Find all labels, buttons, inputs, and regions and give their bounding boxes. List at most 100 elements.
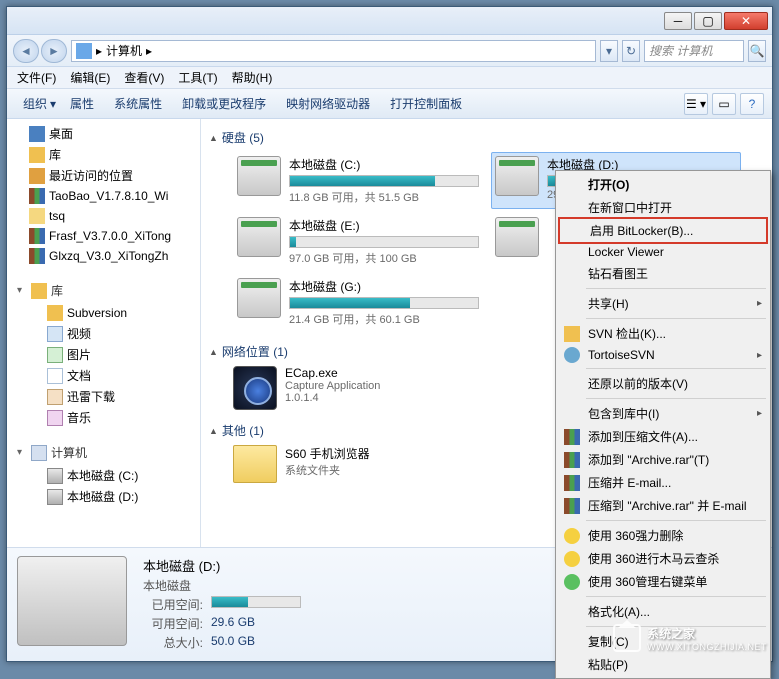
ctx-tortoise[interactable]: TortoiseSVN xyxy=(558,345,768,365)
maximize-button[interactable]: ▢ xyxy=(694,12,722,30)
menu-edit[interactable]: 编辑(E) xyxy=(64,67,116,88)
folder-icon xyxy=(29,208,45,224)
details-type: 本地磁盘 xyxy=(143,577,622,594)
search-button[interactable]: 🔍 xyxy=(748,40,766,62)
nav-rar1[interactable]: TaoBao_V1.7.8.10_Wi xyxy=(7,186,200,206)
organize-button[interactable]: 组织 ▾ xyxy=(15,92,58,115)
library-icon xyxy=(29,147,45,163)
ctx-360-forcedel[interactable]: 使用 360强力删除 xyxy=(558,524,768,547)
ctx-compresstomail[interactable]: 压缩到 "Archive.rar" 并 E-mail xyxy=(558,494,768,517)
nav-desktop[interactable]: 桌面 xyxy=(7,123,200,144)
ctx-addarchive[interactable]: 添加到压缩文件(A)... xyxy=(558,425,768,448)
nav-computer-head[interactable]: ▾计算机 xyxy=(7,440,200,465)
ctx-360-trojan[interactable]: 使用 360进行木马云查杀 xyxy=(558,547,768,570)
video-icon xyxy=(47,326,63,342)
preview-pane-button[interactable]: ▭ xyxy=(712,93,736,115)
ctx-include[interactable]: 包含到库中(I) xyxy=(558,402,768,425)
nav-rar2[interactable]: tsq xyxy=(7,206,200,226)
recent-icon xyxy=(29,168,45,184)
search-input[interactable]: 搜索 计算机 xyxy=(644,40,744,62)
drive-name: 本地磁盘 (C:) xyxy=(289,156,479,173)
drive-item[interactable]: 本地磁盘 (G:)21.4 GB 可用，共 60.1 GB xyxy=(233,274,483,331)
drive-icon xyxy=(47,489,63,505)
drive-item[interactable]: 本地磁盘 (E:)97.0 GB 可用，共 100 GB xyxy=(233,213,483,270)
nav-music[interactable]: 音乐 xyxy=(7,407,200,428)
ctx-format[interactable]: 格式化(A)... xyxy=(558,600,768,623)
ctx-paste[interactable]: 粘贴(P) xyxy=(558,653,768,676)
nav-rar4[interactable]: Glxzq_V3.0_XiTongZh xyxy=(7,246,200,266)
360-icon xyxy=(564,551,580,567)
nav-subversion[interactable]: Subversion xyxy=(7,303,200,323)
free-val: 29.6 GB xyxy=(211,615,255,632)
svn-icon xyxy=(47,305,63,321)
ctx-diamond[interactable]: 钻石看图王 xyxy=(558,262,768,285)
breadcrumb-sep: ▸ xyxy=(96,44,102,58)
properties-button[interactable]: 属性 xyxy=(62,92,102,115)
ctx-restore[interactable]: 还原以前的版本(V) xyxy=(558,372,768,395)
watermark-url: WWW.XITONGZHIJIA.NET xyxy=(647,642,767,652)
drive-icon xyxy=(495,156,539,196)
minimize-button[interactable]: ─ xyxy=(664,12,692,30)
breadcrumb-sep2: ▸ xyxy=(146,44,152,58)
view-mode-button[interactable]: ☰ ▾ xyxy=(684,93,708,115)
drive-usage-bar xyxy=(289,297,479,309)
nav-libraries-head[interactable]: ▾库 xyxy=(7,278,200,303)
watermark: 系统之家 WWW.XITONGZHIJIA.NET xyxy=(613,624,767,652)
group-hdd-header[interactable]: ▲硬盘 (5) xyxy=(209,127,764,148)
netitem-sub1: Capture Application xyxy=(285,380,380,392)
folder-icon xyxy=(233,445,277,483)
menu-tools[interactable]: 工具(T) xyxy=(172,67,223,88)
nav-libraries-top[interactable]: 库 xyxy=(7,144,200,165)
ctx-bitlocker[interactable]: 启用 BitLocker(B)... xyxy=(558,217,768,244)
ctx-compressmail[interactable]: 压缩并 E-mail... xyxy=(558,471,768,494)
back-button[interactable]: ◄ xyxy=(13,39,39,63)
ctx-svncheckout[interactable]: SVN 检出(K)... xyxy=(558,322,768,345)
drive-big-icon xyxy=(17,556,127,646)
ctx-addto[interactable]: 添加到 "Archive.rar"(T) xyxy=(558,448,768,471)
house-icon xyxy=(613,624,641,652)
ctx-newwindow[interactable]: 在新窗口中打开 xyxy=(558,196,768,219)
nav-drive-d[interactable]: 本地磁盘 (D:) xyxy=(7,486,200,507)
mapdrive-button[interactable]: 映射网络驱动器 xyxy=(278,92,378,115)
rar-icon xyxy=(564,498,580,514)
ctx-share[interactable]: 共享(H) xyxy=(558,292,768,315)
nav-video[interactable]: 视频 xyxy=(7,323,200,344)
drive-usage-bar xyxy=(289,236,479,248)
rar-icon xyxy=(564,429,580,445)
refresh-button[interactable]: ↻ xyxy=(622,40,640,62)
nav-downloads[interactable]: 迅雷下载 xyxy=(7,386,200,407)
drive-item[interactable]: 本地磁盘 (C:)11.8 GB 可用，共 51.5 GB xyxy=(233,152,483,209)
address-dropdown[interactable]: ▾ xyxy=(600,40,618,62)
watermark-name: 系统之家 xyxy=(647,627,695,641)
nav-recent[interactable]: 最近访问的位置 xyxy=(7,165,200,186)
help-button[interactable]: ? xyxy=(740,93,764,115)
music-icon xyxy=(47,410,63,426)
forward-button[interactable]: ► xyxy=(41,39,67,63)
address-field[interactable]: ▸ 计算机 ▸ xyxy=(71,40,596,62)
nav-documents[interactable]: 文档 xyxy=(7,365,200,386)
uninstall-button[interactable]: 卸载或更改程序 xyxy=(174,92,274,115)
menu-view[interactable]: 查看(V) xyxy=(118,67,170,88)
menu-file[interactable]: 文件(F) xyxy=(11,67,62,88)
nav-drive-c[interactable]: 本地磁盘 (C:) xyxy=(7,465,200,486)
menu-help[interactable]: 帮助(H) xyxy=(226,67,279,88)
nav-pictures[interactable]: 图片 xyxy=(7,344,200,365)
breadcrumb-location[interactable]: 计算机 xyxy=(106,42,142,59)
ctx-open[interactable]: 打开(O) xyxy=(558,173,768,196)
ctx-lockerviewer[interactable]: Locker Viewer xyxy=(558,242,768,262)
ctx-360-rightmenu[interactable]: 使用 360管理右键菜单 xyxy=(558,570,768,593)
navigation-pane: 桌面 库 最近访问的位置 TaoBao_V1.7.8.10_Wi tsq Fra… xyxy=(7,119,201,547)
nav-rar3[interactable]: Frasf_V3.7.0.0_XiTong xyxy=(7,226,200,246)
ctrlpanel-button[interactable]: 打开控制面板 xyxy=(382,92,470,115)
rar-icon xyxy=(29,188,45,204)
menu-bar: 文件(F) 编辑(E) 查看(V) 工具(T) 帮助(H) xyxy=(7,67,772,89)
sysprops-button[interactable]: 系统属性 xyxy=(106,92,170,115)
total-label: 总大小: xyxy=(143,634,203,651)
titlebar: ─ ▢ ✕ xyxy=(7,7,772,35)
close-button[interactable]: ✕ xyxy=(724,12,768,30)
drive-icon xyxy=(237,217,281,257)
camera-app-icon xyxy=(233,366,277,410)
drive-item[interactable]: 本地313 xyxy=(491,213,551,270)
otheritem-sub: 系统文件夹 xyxy=(285,462,370,478)
rar-icon xyxy=(564,475,580,491)
